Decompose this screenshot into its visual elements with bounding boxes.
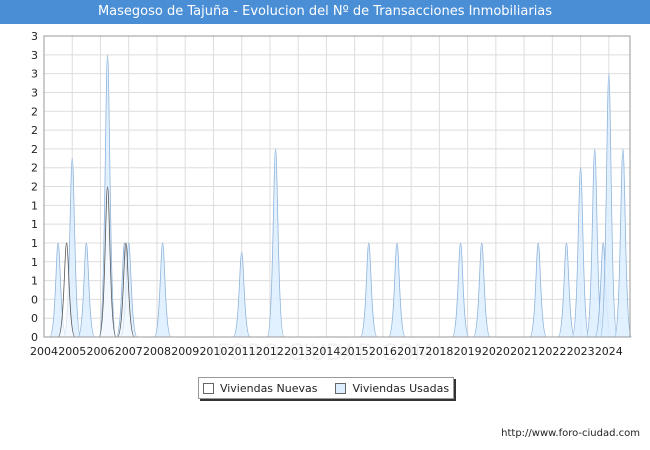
x-tick-label: 2011 [228,345,256,358]
x-tick-label: 2021 [510,345,538,358]
x-tick-label: 2017 [397,345,425,358]
x-tick-label: 2014 [312,345,340,358]
x-tick-label: 2009 [171,345,199,358]
source-credit: http://www.foro-ciudad.com [501,428,640,439]
y-tick-label: 0 [31,293,38,306]
y-tick-label: 2 [31,124,38,137]
x-tick-label: 2016 [369,345,397,358]
x-tick-label: 2005 [58,345,86,358]
x-tick-label: 2022 [538,345,566,358]
x-tick-label: 2007 [115,345,143,358]
y-tick-label: 1 [31,218,38,231]
x-tick-label: 2020 [482,345,510,358]
legend-swatch-usadas [335,382,347,394]
x-tick-label: 2006 [86,345,114,358]
y-tick-label: 3 [31,86,38,99]
legend-label-usadas: Viviendas Usadas [352,381,450,395]
y-tick-label: 3 [31,30,38,43]
y-tick-label: 1 [31,256,38,269]
y-tick-label: 1 [31,237,38,250]
y-tick-label: 2 [31,181,38,194]
legend-swatch-nuevas [202,382,214,394]
y-tick-label: 1 [31,199,38,212]
legend-item-usadas: Viviendas Usadas [335,382,449,395]
x-tick-label: 2018 [425,345,453,358]
y-tick-label: 3 [31,68,38,81]
x-tick-label: 2010 [199,345,227,358]
x-tick-label: 2024 [595,345,623,358]
x-tick-label: 2015 [341,345,369,358]
x-tick-label: 2004 [30,345,58,358]
y-tick-label: 2 [31,162,38,175]
x-axis-ticks: 2004 2005 2006 2007 2008 2009 2010 2011 2012 2013… [30,345,623,358]
y-tick-label: 0 [31,312,38,325]
x-tick-label: 2012 [256,345,284,358]
x-tick-label: 2008 [143,345,171,358]
y-tick-label: 1 [31,275,38,288]
y-axis-ticks: 0 0 0 1 1 1 1 1 2 2 2 2 2 3 3 3 3 [31,30,38,344]
x-tick-label: 2023 [567,345,595,358]
y-tick-label: 0 [31,331,38,344]
y-tick-label: 3 [31,49,38,62]
y-tick-label: 2 [31,143,38,156]
legend: Viviendas Nuevas Viviendas Usadas [198,377,454,399]
x-tick-label: 2019 [454,345,482,358]
x-tick-label: 2013 [284,345,312,358]
y-tick-label: 2 [31,105,38,118]
legend-item-nuevas: Viviendas Nuevas [202,381,318,395]
legend-label-nuevas: Viviendas Nuevas [219,381,318,395]
